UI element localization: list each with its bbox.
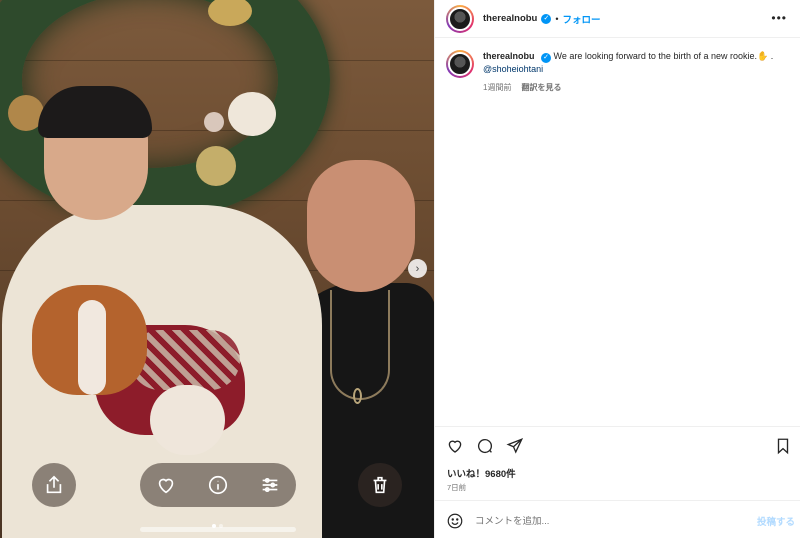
person-left-hair xyxy=(38,86,152,138)
necklace xyxy=(330,290,390,400)
verified-badge-icon: ✓ xyxy=(541,53,552,63)
share-toolbar xyxy=(32,463,76,507)
comment-input[interactable] xyxy=(475,515,725,527)
post-header: therealnobu ✓ • フォロー ••• xyxy=(435,0,800,38)
comment-bar: 投稿する xyxy=(445,510,795,532)
trash-icon[interactable] xyxy=(367,472,393,498)
caption-meta: 1週間前 翻訳を見る xyxy=(483,82,783,93)
separator-dot: • xyxy=(555,13,559,24)
heart-icon xyxy=(448,440,462,453)
caption-separator: . xyxy=(770,51,774,61)
see-translation-link[interactable]: 翻訳を見る xyxy=(521,82,561,93)
dog-blaze xyxy=(78,300,106,395)
more-options-icon[interactable]: ••• xyxy=(771,11,787,25)
post-caption: therealnobu ✓ We are looking forward to … xyxy=(446,50,791,93)
share-icon[interactable] xyxy=(41,472,67,498)
pendant xyxy=(353,388,362,404)
send-icon xyxy=(506,438,524,454)
ornament xyxy=(204,112,224,132)
carousel-next-button[interactable]: › xyxy=(408,259,427,278)
photo-toolbar xyxy=(140,463,296,507)
sliders-icon[interactable] xyxy=(257,472,283,498)
instagram-post: › therealnobu ✓ • フォロー ••• therealnobu ✓… xyxy=(0,0,800,538)
post-photo[interactable]: › xyxy=(0,0,434,538)
post-side-panel: therealnobu ✓ • フォロー ••• therealnobu ✓ W… xyxy=(434,0,800,538)
caption-text: We are looking forward to the birth of a… xyxy=(553,51,757,61)
ornament xyxy=(196,146,236,186)
bookmark-icon xyxy=(777,438,789,455)
avatar[interactable] xyxy=(446,4,474,33)
action-bar xyxy=(445,435,793,457)
dog-paw xyxy=(150,385,225,455)
person-right-head xyxy=(307,160,415,292)
home-indicator xyxy=(140,527,296,532)
post-comment-button[interactable]: 投稿する xyxy=(757,514,795,528)
ornament xyxy=(228,92,276,136)
divider xyxy=(435,500,800,501)
follow-button[interactable]: フォロー xyxy=(563,12,601,26)
info-icon[interactable] xyxy=(205,472,231,498)
caption-text-block: therealnobu ✓ We are looking forward to … xyxy=(483,50,783,76)
caption-time[interactable]: 1週間前 xyxy=(483,82,511,93)
header-username[interactable]: therealnobu xyxy=(483,13,537,24)
heart-icon[interactable] xyxy=(153,472,179,498)
comment-button[interactable] xyxy=(475,436,495,456)
divider xyxy=(435,426,800,427)
emoji-icon[interactable] xyxy=(445,511,465,531)
caption-body: therealnobu ✓ We are looking forward to … xyxy=(483,50,783,93)
like-button[interactable] xyxy=(445,436,465,456)
trash-toolbar xyxy=(358,463,402,507)
raised-hand-emoji: ✋ xyxy=(757,51,769,61)
post-time[interactable]: 7日前 xyxy=(447,482,466,493)
mention-link[interactable]: @shoheiohtani xyxy=(483,64,543,74)
verified-badge-icon: ✓ xyxy=(541,13,552,24)
caption-username[interactable]: therealnobu xyxy=(483,51,535,61)
share-post-button[interactable] xyxy=(505,436,525,456)
save-button[interactable] xyxy=(773,436,793,456)
caption-avatar[interactable] xyxy=(446,50,474,78)
likes-count[interactable]: いいね！9680件 xyxy=(447,466,516,480)
chevron-right-icon: › xyxy=(415,262,420,275)
comment-icon xyxy=(477,438,493,454)
